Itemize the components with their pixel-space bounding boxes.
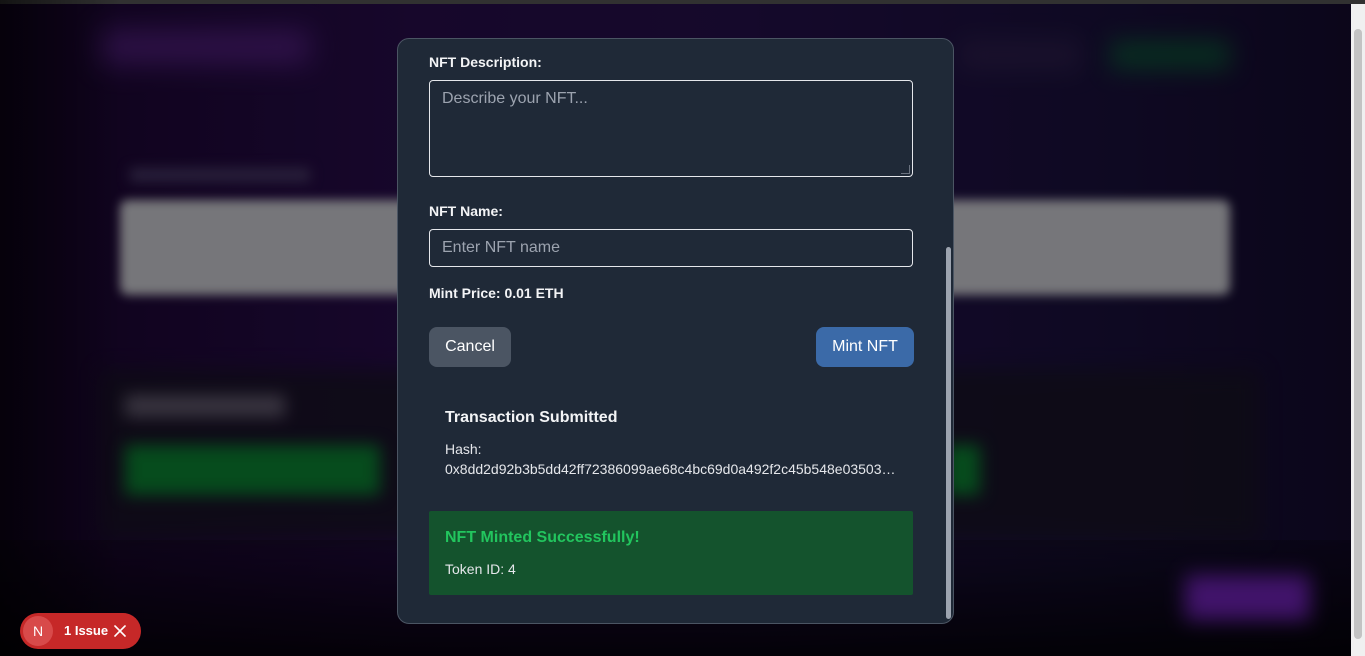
mint-nft-button[interactable]: Mint NFT — [816, 327, 914, 367]
success-message: NFT Minted Successfully! Token ID: 4 — [429, 511, 913, 595]
cancel-button[interactable]: Cancel — [429, 327, 511, 367]
modal-scrollbar[interactable] — [946, 47, 951, 619]
modal-scrollbar-thumb[interactable] — [946, 247, 951, 619]
issue-badge[interactable]: N 1 Issue — [20, 613, 141, 649]
name-placeholder: Enter NFT name — [442, 239, 560, 256]
description-label: NFT Description: — [429, 54, 542, 70]
transaction-hash-label: Hash: — [445, 441, 482, 457]
resize-grip-icon[interactable] — [901, 165, 910, 174]
transaction-title: Transaction Submitted — [445, 409, 618, 426]
mint-nft-modal: NFT Description: Describe your NFT... NF… — [397, 38, 954, 624]
description-placeholder: Describe your NFT... — [442, 90, 588, 107]
page-scrollbar[interactable] — [1351, 4, 1365, 656]
token-id: Token ID: 4 — [445, 561, 516, 577]
success-title: NFT Minted Successfully! — [445, 529, 640, 546]
page-scrollbar-thumb[interactable] — [1354, 29, 1362, 639]
description-textarea[interactable]: Describe your NFT... — [429, 80, 913, 177]
name-label: NFT Name: — [429, 203, 503, 219]
transaction-hash-value: 0x8dd2d92b3b5dd42ff72386099ae68c4bc69d0a… — [445, 461, 896, 477]
close-icon[interactable] — [113, 624, 127, 638]
next-logo-icon[interactable]: N — [23, 616, 53, 646]
issue-count[interactable]: 1 Issue — [64, 613, 108, 649]
name-input[interactable]: Enter NFT name — [429, 229, 913, 267]
mint-price: Mint Price: 0.01 ETH — [429, 285, 564, 301]
